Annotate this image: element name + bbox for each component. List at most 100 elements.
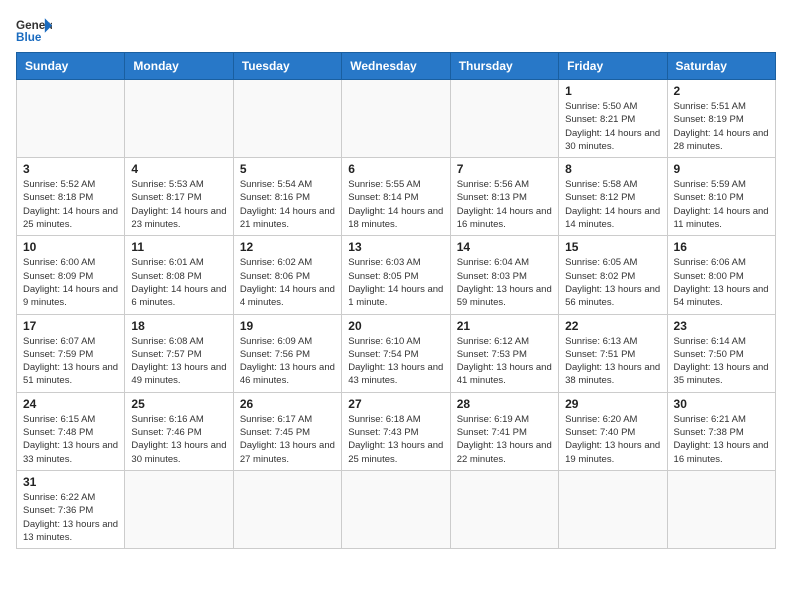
- day-info: Sunrise: 6:00 AM Sunset: 8:09 PM Dayligh…: [23, 256, 118, 309]
- day-number: 28: [457, 397, 552, 411]
- day-number: 17: [23, 319, 118, 333]
- weekday-header-friday: Friday: [559, 53, 667, 80]
- day-info: Sunrise: 5:58 AM Sunset: 8:12 PM Dayligh…: [565, 178, 660, 231]
- day-number: 9: [674, 162, 769, 176]
- calendar-cell: 23 Sunrise: 6:14 AM Sunset: 7:50 PM Dayli…: [667, 314, 775, 392]
- day-info: Sunrise: 6:02 AM Sunset: 8:06 PM Dayligh…: [240, 256, 335, 309]
- calendar-cell: [125, 470, 233, 548]
- calendar-cell: [233, 80, 341, 158]
- day-number: 27: [348, 397, 443, 411]
- calendar-cell: 21 Sunrise: 6:12 AM Sunset: 7:53 PM Dayli…: [450, 314, 558, 392]
- day-info: Sunrise: 5:59 AM Sunset: 8:10 PM Dayligh…: [674, 178, 769, 231]
- day-number: 24: [23, 397, 118, 411]
- day-info: Sunrise: 6:17 AM Sunset: 7:45 PM Dayligh…: [240, 413, 335, 466]
- day-info: Sunrise: 6:15 AM Sunset: 7:48 PM Dayligh…: [23, 413, 118, 466]
- calendar-table: SundayMondayTuesdayWednesdayThursdayFrid…: [16, 52, 776, 549]
- day-info: Sunrise: 6:16 AM Sunset: 7:46 PM Dayligh…: [131, 413, 226, 466]
- calendar-cell: [125, 80, 233, 158]
- calendar-cell: 5Sunrise: 5:54 AM Sunset: 8:16 PM Daylig…: [233, 158, 341, 236]
- day-info: Sunrise: 6:18 AM Sunset: 7:43 PM Dayligh…: [348, 413, 443, 466]
- day-number: 6: [348, 162, 443, 176]
- weekday-header-saturday: Saturday: [667, 53, 775, 80]
- calendar-cell: 9 Sunrise: 5:59 AM Sunset: 8:10 PM Daylig…: [667, 158, 775, 236]
- day-number: 30: [674, 397, 769, 411]
- day-number: 14: [457, 240, 552, 254]
- day-info: Sunrise: 6:04 AM Sunset: 8:03 PM Dayligh…: [457, 256, 552, 309]
- day-info: Sunrise: 6:08 AM Sunset: 7:57 PM Dayligh…: [131, 335, 226, 388]
- weekday-header-wednesday: Wednesday: [342, 53, 450, 80]
- day-number: 29: [565, 397, 660, 411]
- day-number: 12: [240, 240, 335, 254]
- day-info: Sunrise: 6:01 AM Sunset: 8:08 PM Dayligh…: [131, 256, 226, 309]
- calendar-cell: [17, 80, 125, 158]
- day-number: 23: [674, 319, 769, 333]
- calendar-cell: 27 Sunrise: 6:18 AM Sunset: 7:43 PM Dayli…: [342, 392, 450, 470]
- calendar-week-row: 3Sunrise: 5:52 AM Sunset: 8:18 PM Daylig…: [17, 158, 776, 236]
- calendar-cell: 6Sunrise: 5:55 AM Sunset: 8:14 PM Daylig…: [342, 158, 450, 236]
- day-number: 21: [457, 319, 552, 333]
- calendar-week-row: 17 Sunrise: 6:07 AM Sunset: 7:59 PM Dayli…: [17, 314, 776, 392]
- svg-text:Blue: Blue: [16, 31, 42, 44]
- day-info: Sunrise: 6:19 AM Sunset: 7:41 PM Dayligh…: [457, 413, 552, 466]
- day-number: 26: [240, 397, 335, 411]
- weekday-header-monday: Monday: [125, 53, 233, 80]
- calendar-cell: 12 Sunrise: 6:02 AM Sunset: 8:06 PM Dayli…: [233, 236, 341, 314]
- day-number: 19: [240, 319, 335, 333]
- calendar-cell: 7Sunrise: 5:56 AM Sunset: 8:13 PM Daylig…: [450, 158, 558, 236]
- calendar-cell: 29 Sunrise: 6:20 AM Sunset: 7:40 PM Dayli…: [559, 392, 667, 470]
- day-number: 3: [23, 162, 118, 176]
- calendar-cell: 20 Sunrise: 6:10 AM Sunset: 7:54 PM Dayli…: [342, 314, 450, 392]
- day-number: 11: [131, 240, 226, 254]
- day-info: Sunrise: 6:13 AM Sunset: 7:51 PM Dayligh…: [565, 335, 660, 388]
- calendar-cell: 11 Sunrise: 6:01 AM Sunset: 8:08 PM Dayli…: [125, 236, 233, 314]
- day-number: 18: [131, 319, 226, 333]
- calendar-cell: 24 Sunrise: 6:15 AM Sunset: 7:48 PM Dayli…: [17, 392, 125, 470]
- day-info: Sunrise: 6:07 AM Sunset: 7:59 PM Dayligh…: [23, 335, 118, 388]
- calendar-cell: 22 Sunrise: 6:13 AM Sunset: 7:51 PM Dayli…: [559, 314, 667, 392]
- calendar-cell: 18 Sunrise: 6:08 AM Sunset: 7:57 PM Dayli…: [125, 314, 233, 392]
- calendar-cell: 8 Sunrise: 5:58 AM Sunset: 8:12 PM Daylig…: [559, 158, 667, 236]
- day-info: Sunrise: 6:21 AM Sunset: 7:38 PM Dayligh…: [674, 413, 769, 466]
- calendar-cell: [233, 470, 341, 548]
- weekday-header-tuesday: Tuesday: [233, 53, 341, 80]
- day-number: 7: [457, 162, 552, 176]
- day-number: 25: [131, 397, 226, 411]
- day-info: Sunrise: 5:54 AM Sunset: 8:16 PM Dayligh…: [240, 178, 335, 231]
- calendar-cell: 10Sunrise: 6:00 AM Sunset: 8:09 PM Dayli…: [17, 236, 125, 314]
- weekday-header-thursday: Thursday: [450, 53, 558, 80]
- calendar-cell: [559, 470, 667, 548]
- weekday-header-row: SundayMondayTuesdayWednesdayThursdayFrid…: [17, 53, 776, 80]
- day-number: 20: [348, 319, 443, 333]
- day-info: Sunrise: 6:14 AM Sunset: 7:50 PM Dayligh…: [674, 335, 769, 388]
- day-number: 16: [674, 240, 769, 254]
- calendar-week-row: 10Sunrise: 6:00 AM Sunset: 8:09 PM Dayli…: [17, 236, 776, 314]
- calendar-cell: 19 Sunrise: 6:09 AM Sunset: 7:56 PM Dayli…: [233, 314, 341, 392]
- day-info: Sunrise: 5:53 AM Sunset: 8:17 PM Dayligh…: [131, 178, 226, 231]
- day-number: 31: [23, 475, 118, 489]
- day-info: Sunrise: 6:20 AM Sunset: 7:40 PM Dayligh…: [565, 413, 660, 466]
- day-info: Sunrise: 5:50 AM Sunset: 8:21 PM Dayligh…: [565, 100, 660, 153]
- calendar-cell: 26 Sunrise: 6:17 AM Sunset: 7:45 PM Dayli…: [233, 392, 341, 470]
- day-info: Sunrise: 6:06 AM Sunset: 8:00 PM Dayligh…: [674, 256, 769, 309]
- calendar-cell: 31Sunrise: 6:22 AM Sunset: 7:36 PM Dayli…: [17, 470, 125, 548]
- logo: General Blue: [16, 16, 52, 44]
- day-number: 1: [565, 84, 660, 98]
- day-number: 8: [565, 162, 660, 176]
- calendar-cell: 30 Sunrise: 6:21 AM Sunset: 7:38 PM Dayli…: [667, 392, 775, 470]
- calendar-week-row: 1 Sunrise: 5:50 AM Sunset: 8:21 PM Daylig…: [17, 80, 776, 158]
- calendar-week-row: 31Sunrise: 6:22 AM Sunset: 7:36 PM Dayli…: [17, 470, 776, 548]
- page-header: General Blue: [16, 16, 776, 44]
- day-number: 22: [565, 319, 660, 333]
- calendar-cell: 1 Sunrise: 5:50 AM Sunset: 8:21 PM Daylig…: [559, 80, 667, 158]
- weekday-header-sunday: Sunday: [17, 53, 125, 80]
- calendar-cell: [450, 80, 558, 158]
- logo-icon: General Blue: [16, 16, 52, 44]
- calendar-cell: 15Sunrise: 6:05 AM Sunset: 8:02 PM Dayli…: [559, 236, 667, 314]
- day-info: Sunrise: 6:12 AM Sunset: 7:53 PM Dayligh…: [457, 335, 552, 388]
- calendar-cell: 14 Sunrise: 6:04 AM Sunset: 8:03 PM Dayli…: [450, 236, 558, 314]
- day-info: Sunrise: 6:09 AM Sunset: 7:56 PM Dayligh…: [240, 335, 335, 388]
- calendar-cell: 25 Sunrise: 6:16 AM Sunset: 7:46 PM Dayli…: [125, 392, 233, 470]
- calendar-cell: 3Sunrise: 5:52 AM Sunset: 8:18 PM Daylig…: [17, 158, 125, 236]
- day-number: 13: [348, 240, 443, 254]
- day-info: Sunrise: 6:10 AM Sunset: 7:54 PM Dayligh…: [348, 335, 443, 388]
